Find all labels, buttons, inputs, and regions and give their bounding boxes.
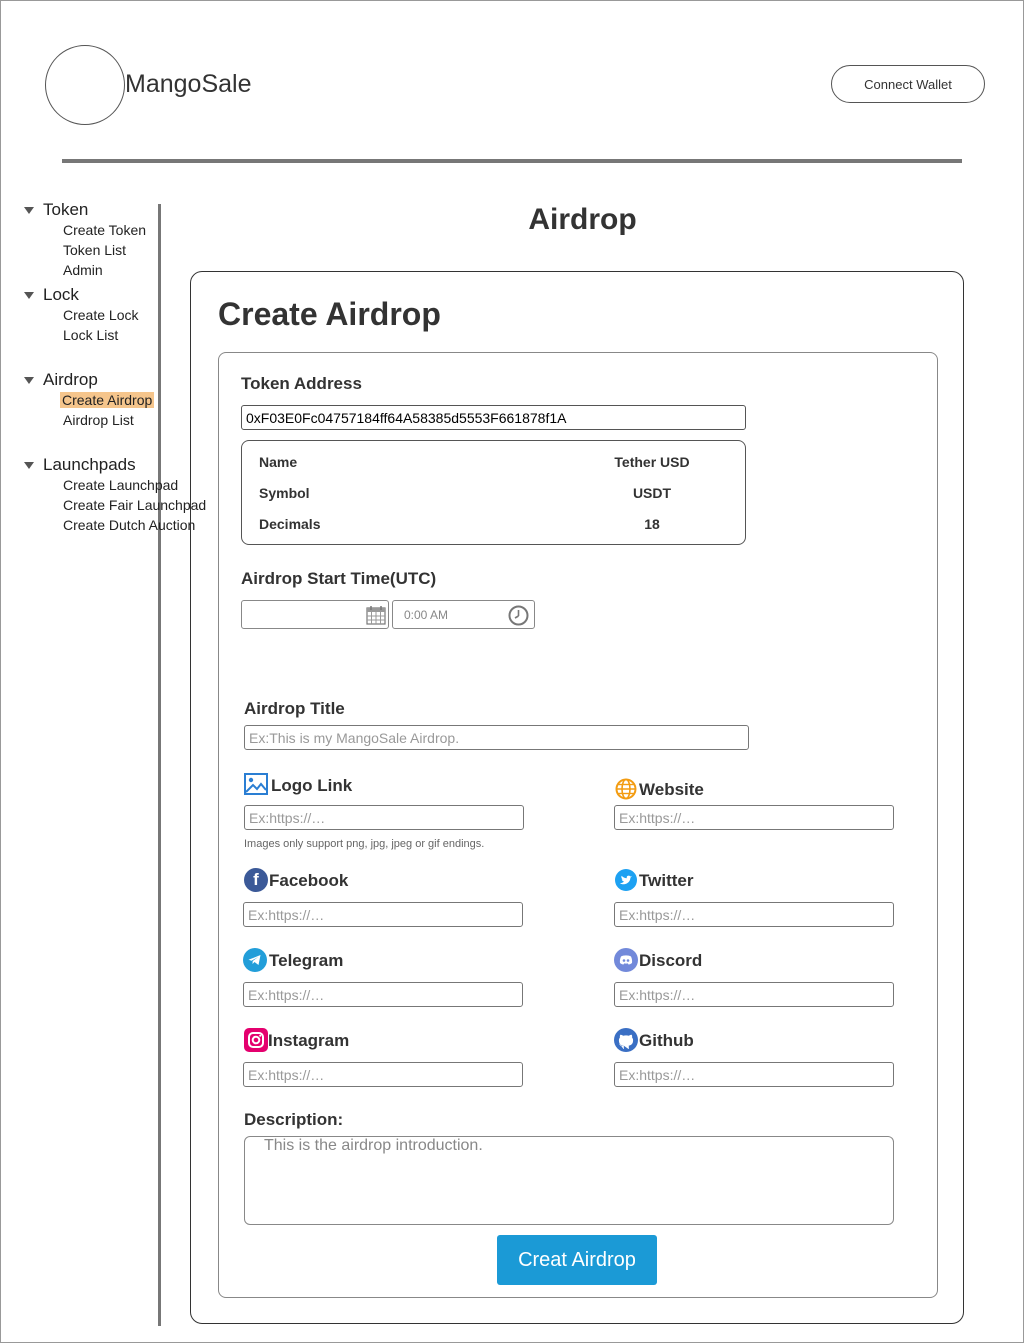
start-time-label: Airdrop Start Time(UTC) <box>241 569 437 588</box>
github-icon <box>614 1028 638 1052</box>
calendar-icon[interactable] <box>366 606 386 625</box>
facebook-icon: f <box>244 868 268 892</box>
sidebar-item-create-airdrop[interactable]: Create Airdrop <box>60 392 155 408</box>
logo[interactable] <box>45 45 125 125</box>
telegram-label: Telegram <box>269 951 344 970</box>
header-divider <box>62 159 962 163</box>
twitter-icon <box>615 869 637 891</box>
time-picker[interactable] <box>392 600 535 629</box>
sidebar-item-create-fair-launchpad[interactable]: Create Fair Launchpad <box>63 497 206 513</box>
card-title: Create Airdrop <box>218 296 441 332</box>
instagram-input[interactable] <box>243 1062 523 1087</box>
discord-icon <box>614 948 638 972</box>
sidebar-item-airdrop-list[interactable]: Airdrop List <box>63 412 134 428</box>
sidebar-group-airdrop[interactable]: Airdrop <box>43 370 98 390</box>
logo-link-input[interactable] <box>244 805 524 830</box>
logo-hint: Images only support png, jpg, jpeg or gi… <box>244 838 485 850</box>
instagram-icon <box>244 1028 268 1052</box>
description-label: Description: <box>244 1110 344 1129</box>
token-symbol-value: USDT <box>632 485 672 501</box>
clock-icon[interactable] <box>508 605 529 626</box>
sidebar-item-create-token[interactable]: Create Token <box>63 222 146 238</box>
date-input[interactable] <box>242 601 360 628</box>
sidebar-item-admin[interactable]: Admin <box>63 262 103 278</box>
image-icon <box>244 773 268 795</box>
sidebar-item-create-lock[interactable]: Create Lock <box>63 307 138 323</box>
chevron-down-icon[interactable] <box>24 207 34 214</box>
sidebar-group-launchpads[interactable]: Launchpads <box>43 455 136 475</box>
brand-name: MangoSale <box>125 70 252 98</box>
sidebar-item-token-list[interactable]: Token List <box>63 242 126 258</box>
sidebar-group-lock[interactable]: Lock <box>43 285 79 305</box>
token-decimals-value: 18 <box>644 516 660 532</box>
time-input[interactable] <box>393 601 505 628</box>
page-title: Airdrop <box>528 203 637 236</box>
chevron-down-icon[interactable] <box>24 292 34 299</box>
globe-icon <box>615 778 637 800</box>
twitter-input[interactable] <box>614 902 894 927</box>
telegram-input[interactable] <box>243 982 523 1007</box>
token-address-label: Token Address <box>241 374 362 393</box>
create-airdrop-button[interactable]: Creat Airdrop <box>497 1235 657 1285</box>
chevron-down-icon[interactable] <box>24 377 34 384</box>
sidebar-item-create-dutch-auction[interactable]: Create Dutch Auction <box>63 517 195 533</box>
sidebar-divider <box>158 204 161 1326</box>
token-symbol-key: Symbol <box>259 485 310 501</box>
discord-label: Discord <box>639 951 703 970</box>
discord-input[interactable] <box>614 982 894 1007</box>
website-label: Website <box>639 780 704 799</box>
airdrop-title-label: Airdrop Title <box>244 699 345 718</box>
chevron-down-icon[interactable] <box>24 462 34 469</box>
sidebar-item-lock-list[interactable]: Lock List <box>63 327 118 343</box>
facebook-input[interactable] <box>243 902 523 927</box>
github-input[interactable] <box>614 1062 894 1087</box>
token-name-key: Name <box>259 454 298 470</box>
date-picker[interactable] <box>241 600 389 629</box>
website-input[interactable] <box>614 805 894 830</box>
instagram-label: Instagram <box>268 1031 350 1050</box>
twitter-label: Twitter <box>639 871 694 890</box>
telegram-icon <box>243 948 267 972</box>
token-address-input[interactable] <box>241 405 746 430</box>
description-textarea[interactable] <box>244 1136 894 1225</box>
sidebar-group-token[interactable]: Token <box>43 200 88 220</box>
facebook-label: Facebook <box>269 871 349 890</box>
token-decimals-key: Decimals <box>259 516 321 532</box>
airdrop-title-input[interactable] <box>244 725 749 750</box>
github-label: Github <box>639 1031 694 1050</box>
sidebar-item-create-launchpad[interactable]: Create Launchpad <box>63 477 178 493</box>
logo-link-label: Logo Link <box>271 776 353 795</box>
token-name-value: Tether USD <box>614 454 690 470</box>
connect-wallet-button[interactable]: Connect Wallet <box>831 65 985 103</box>
